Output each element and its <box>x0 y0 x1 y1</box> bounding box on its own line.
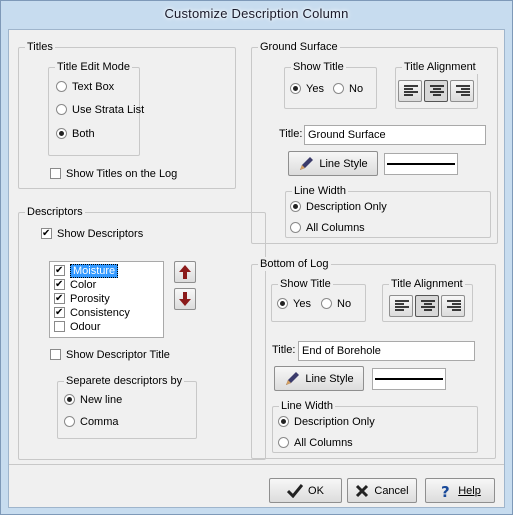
align-left-icon <box>395 300 409 311</box>
arrow-up-icon <box>179 265 191 279</box>
list-item[interactable]: Porosity <box>50 292 163 306</box>
bl-title-alignment-group: Title Alignment <box>382 277 473 322</box>
radio-circle-selected <box>64 394 75 405</box>
descriptors-group-label: Descriptors <box>25 205 85 219</box>
align-right-icon <box>456 85 470 96</box>
footer-divider <box>9 464 504 465</box>
bl-line-style-button[interactable]: Line Style <box>274 366 364 391</box>
gs-align-right-button[interactable] <box>450 80 474 102</box>
title-edit-mode-label: Title Edit Mode <box>55 60 132 74</box>
gs-radio-no[interactable]: No <box>333 83 363 95</box>
bl-align-left-button[interactable] <box>389 295 413 317</box>
pencil-icon <box>286 371 300 385</box>
checkbox-box <box>50 168 61 179</box>
help-button[interactable]: ? Help <box>425 478 495 503</box>
radio-circle <box>56 81 67 92</box>
arrow-down-icon <box>179 292 191 306</box>
ground-surface-label: Ground Surface <box>258 40 340 54</box>
gs-align-center-button[interactable] <box>424 80 448 102</box>
radio-new-line[interactable]: New line <box>64 394 122 406</box>
svg-text:?: ? <box>441 483 450 499</box>
gs-line-width-group: Line Width Description Only All Columns <box>285 184 491 238</box>
gs-radio-description-only[interactable]: Description Only <box>290 201 387 213</box>
align-left-icon <box>404 85 418 96</box>
bl-align-center-button[interactable] <box>415 295 439 317</box>
separate-descriptors-group: Separete descriptors by New line Comma <box>57 374 197 439</box>
bl-radio-yes[interactable]: Yes <box>277 298 311 310</box>
list-item[interactable]: Odour <box>50 320 163 334</box>
checkbox-box-checked <box>41 228 52 239</box>
ok-button[interactable]: OK <box>269 478 342 503</box>
bl-show-title-group: Show Title Yes No <box>271 277 366 322</box>
align-center-icon <box>430 85 444 96</box>
bl-radio-all-columns[interactable]: All Columns <box>278 437 353 449</box>
window-title: Customize Description Column <box>164 6 349 21</box>
gs-line-style-button[interactable]: Line Style <box>288 151 378 176</box>
ground-surface-group: Ground Surface Show Title Yes No Title A… <box>251 40 498 244</box>
gs-title-input[interactable]: Ground Surface <box>304 125 486 145</box>
bl-align-right-button[interactable] <box>441 295 465 317</box>
titles-group: Titles Title Edit Mode Text Box Use Stra… <box>18 40 236 189</box>
dialog-window: Customize Description Column Titles Titl… <box>0 0 513 515</box>
bl-line-style-preview <box>372 368 446 390</box>
separate-descriptors-label: Separete descriptors by <box>64 374 185 388</box>
x-icon <box>356 484 369 497</box>
bl-line-width-label: Line Width <box>279 399 335 413</box>
move-up-button[interactable] <box>174 261 196 283</box>
align-center-icon <box>421 300 435 311</box>
gs-show-title-label: Show Title <box>291 60 346 74</box>
radio-circle-selected <box>56 128 67 139</box>
bl-show-title-label: Show Title <box>278 277 333 291</box>
bl-line-width-group: Line Width Description Only All Columns <box>272 399 478 453</box>
bl-title-input[interactable]: End of Borehole <box>298 341 475 361</box>
pencil-icon <box>300 156 314 170</box>
radio-use-strata-list[interactable]: Use Strata List <box>56 104 144 116</box>
list-item[interactable]: Consistency <box>50 306 163 320</box>
radio-circle <box>56 104 67 115</box>
bottom-of-log-group: Bottom of Log Show Title Yes No Title Al… <box>251 257 496 459</box>
dialog-client: Titles Title Edit Mode Text Box Use Stra… <box>8 29 505 508</box>
show-descriptor-title-checkbox[interactable]: Show Descriptor Title <box>50 349 170 361</box>
align-right-icon <box>447 300 461 311</box>
radio-circle <box>64 416 75 427</box>
bl-radio-description-only[interactable]: Description Only <box>278 416 375 428</box>
show-descriptors-checkbox[interactable]: Show Descriptors <box>41 228 143 240</box>
gs-title-alignment-label: Title Alignment <box>402 60 478 74</box>
radio-text-box[interactable]: Text Box <box>56 81 114 93</box>
titles-group-label: Titles <box>25 40 55 54</box>
bl-title-label: Title: <box>272 344 296 356</box>
list-item[interactable]: Moisture <box>50 264 163 278</box>
bl-radio-no[interactable]: No <box>321 298 351 310</box>
question-icon: ? <box>441 483 450 499</box>
gs-title-alignment-group: Title Alignment <box>395 60 478 109</box>
gs-line-width-label: Line Width <box>292 184 348 198</box>
gs-radio-all-columns[interactable]: All Columns <box>290 222 365 234</box>
gs-show-title-group: Show Title Yes No <box>284 60 377 109</box>
show-titles-on-log-checkbox[interactable]: Show Titles on the Log <box>50 168 177 180</box>
checkbox-box <box>50 349 61 360</box>
title-edit-mode-group: Title Edit Mode Text Box Use Strata List… <box>48 60 144 156</box>
bl-title-alignment-label: Title Alignment <box>389 277 465 291</box>
list-item[interactable]: Color <box>50 278 163 292</box>
cancel-button[interactable]: Cancel <box>347 478 417 503</box>
move-down-button[interactable] <box>174 288 196 310</box>
gs-align-left-button[interactable] <box>398 80 422 102</box>
gs-radio-yes[interactable]: Yes <box>290 83 324 95</box>
gs-title-label: Title: <box>279 128 303 140</box>
descriptors-group: Descriptors Show Descriptors Moisture Co… <box>18 205 266 460</box>
radio-both[interactable]: Both <box>56 128 95 140</box>
descriptor-list[interactable]: Moisture Color Porosity Consistency Odou… <box>49 261 164 338</box>
bottom-of-log-label: Bottom of Log <box>258 257 331 271</box>
checkmark-icon <box>287 483 304 498</box>
radio-comma[interactable]: Comma <box>64 416 119 428</box>
gs-line-style-preview <box>384 153 458 175</box>
